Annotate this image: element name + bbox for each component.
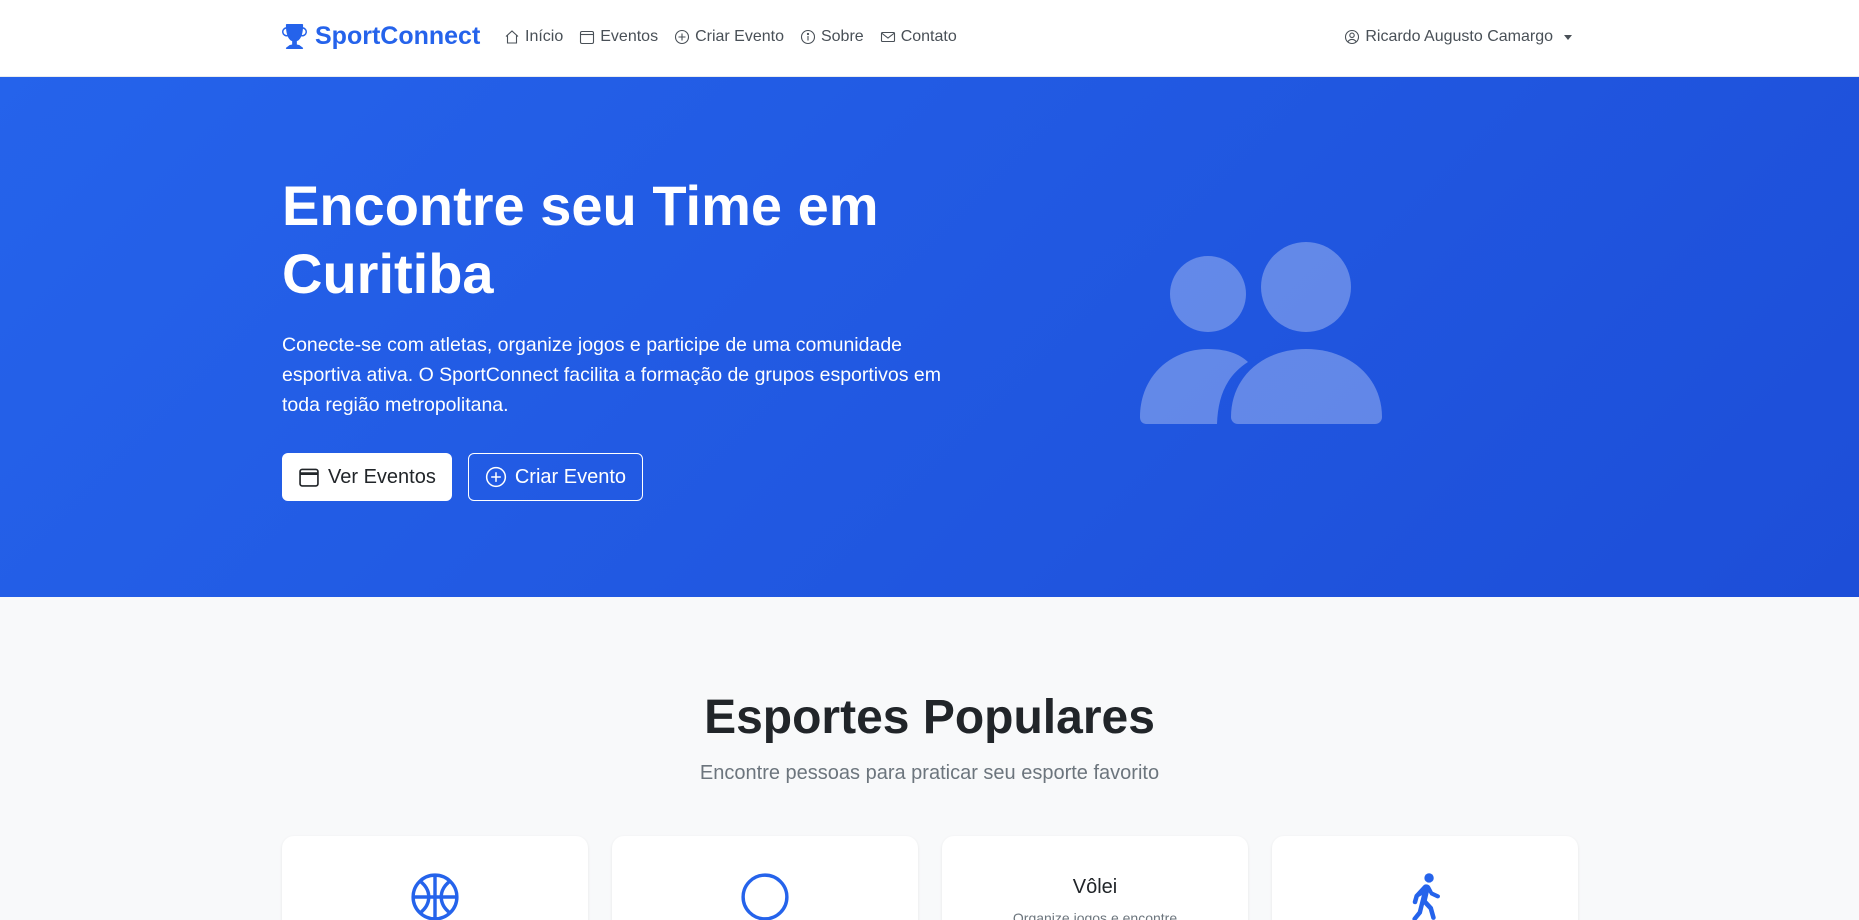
- button-label: Criar Evento: [514, 465, 626, 488]
- nav-link-eventos[interactable]: Eventos: [579, 28, 658, 46]
- sport-card-description: Organize jogos e encontre: [1012, 910, 1178, 920]
- sports-cards: Vôlei Organize jogos e encontre: [282, 836, 1578, 920]
- circle-icon: [741, 873, 789, 920]
- nav-link-label: Sobre: [820, 28, 864, 45]
- nav-link-contato[interactable]: Contato: [880, 28, 957, 46]
- nav-link-inicio[interactable]: Início: [504, 28, 563, 46]
- hero-title: Encontre seu Time em Curitiba: [282, 174, 879, 305]
- sports-section-title: Esportes Populares: [704, 691, 1155, 744]
- calendar-icon: [299, 468, 319, 487]
- chevron-down-icon: [1564, 34, 1572, 40]
- nav-link-label: Eventos: [600, 28, 659, 45]
- hero-actions: Ver Eventos Criar Evento: [282, 453, 643, 501]
- people-icon: [1140, 242, 1382, 424]
- sport-card-title: Vôlei: [1072, 876, 1118, 898]
- calendar-icon: [580, 30, 595, 45]
- ver-eventos-button[interactable]: Ver Eventos: [282, 453, 452, 501]
- nav-link-sobre[interactable]: Sobre: [800, 28, 864, 46]
- navbar: SportConnect Início Eventos Criar Evento…: [0, 0, 1859, 77]
- nav-link-label: Criar Evento: [695, 28, 784, 45]
- hero-section: Encontre seu Time em Curitiba Conecte-se…: [0, 77, 1859, 597]
- sport-card-volei[interactable]: Vôlei Organize jogos e encontre: [942, 836, 1248, 920]
- criar-evento-button[interactable]: Criar Evento: [467, 453, 643, 501]
- button-label: Ver Eventos: [328, 465, 436, 488]
- sports-section-subtitle: Encontre pessoas para praticar seu espor…: [699, 762, 1160, 784]
- person-circle-icon: [1345, 29, 1360, 45]
- person-walking-icon: [1412, 873, 1440, 920]
- info-circle-icon: [800, 29, 816, 45]
- brand-logo[interactable]: SportConnect: [282, 22, 480, 51]
- basketball-icon: [411, 873, 459, 920]
- plus-circle-icon: [485, 466, 506, 488]
- brand-name: SportConnect: [315, 22, 481, 50]
- main-nav: Início Eventos Criar Evento Sobre Contat…: [504, 28, 957, 46]
- sport-card-corrida[interactable]: [1272, 836, 1578, 920]
- nav-link-label: Início: [525, 28, 564, 45]
- nav-link-criar-evento[interactable]: Criar Evento: [674, 28, 784, 46]
- sport-card-football[interactable]: [612, 836, 918, 920]
- plus-circle-icon: [675, 29, 690, 45]
- house-icon: [505, 30, 519, 44]
- user-menu-dropdown[interactable]: Ricardo Augusto Camargo: [1344, 28, 1572, 46]
- nav-link-label: Contato: [900, 28, 957, 45]
- sport-card-basketball[interactable]: [282, 836, 588, 920]
- trophy-icon: [282, 24, 307, 49]
- envelope-icon: [880, 31, 895, 43]
- hero-description: Conecte-se com atletas, organize jogos e…: [282, 334, 941, 416]
- user-name: Ricardo Augusto Camargo: [1365, 28, 1553, 45]
